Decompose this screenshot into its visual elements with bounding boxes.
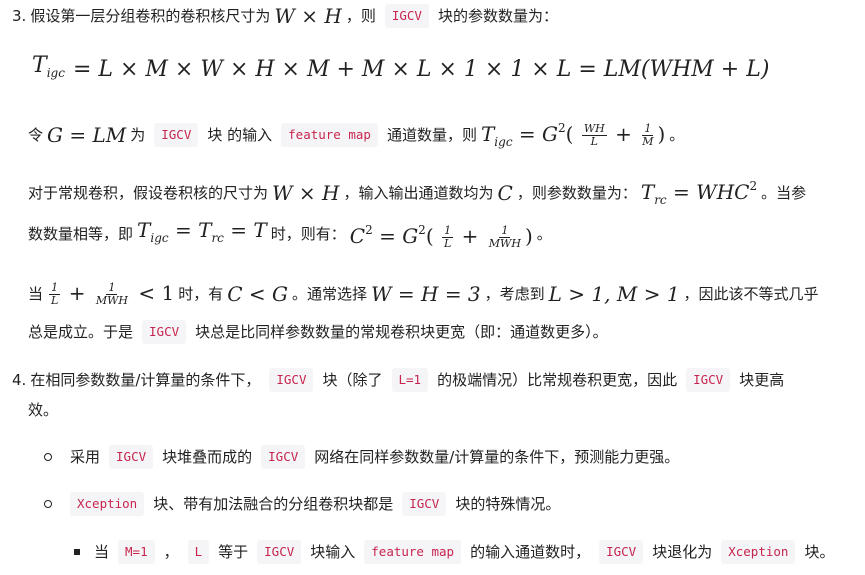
text: 块（除了	[322, 371, 383, 389]
bullet-item-1: 采用 IGCV 块堆叠而成的 IGCV 网络在同样参数数量/计算量的条件下，预测…	[44, 445, 679, 469]
text: 的输入通道数时，	[470, 543, 591, 561]
inline-code: IGCV	[257, 540, 302, 564]
bullet-circle-icon	[44, 500, 52, 508]
math-expr: L > 1, M > 1	[548, 282, 680, 306]
text: 的极端情况）比常规卷积更宽，因此	[437, 371, 678, 389]
text: 为	[130, 126, 146, 144]
text: 对于常规卷积，假设卷积核的尺寸为	[28, 184, 269, 202]
formula-tigc: Tigc = L × M × W × H × M + M × L × 1 × 1…	[28, 54, 773, 85]
math-expr: G = LM	[47, 123, 127, 147]
inline-code: IGCV	[261, 445, 306, 469]
text: 块、带有加法融合的分组卷积块都是	[153, 495, 394, 513]
text: 当	[94, 543, 110, 561]
sub-bullet-item: 当 M=1 ， L 等于 IGCV 块输入 feature map 的输入通道数…	[74, 540, 834, 564]
inline-code: L=1	[391, 368, 429, 392]
text: 当	[28, 285, 44, 303]
text: 块退化为	[652, 543, 713, 561]
item3-line1: 3. 假设第一层分组卷积的卷积核尺寸为 W × H ，则 IGCV 块的参数数量…	[12, 4, 558, 28]
bullet-item-2: Xception 块、带有加法融合的分组卷积块都是 IGCV 块的特殊情况。	[44, 492, 560, 516]
list-number: 3.	[12, 7, 27, 25]
math-expr: W × H	[274, 4, 342, 28]
item3-line5: 数数量相等，即 Tigc = Trc = T 时，则有： C2 = G2( 1L…	[28, 218, 552, 250]
item3-line4: 对于常规卷积，假设卷积核的尺寸为 W × H ，输入输出通道数均为 C ，则参数…	[28, 174, 806, 212]
text: 块总是比同样参数数量的常规卷积块更宽（即：通道数更多）。	[195, 323, 608, 341]
text: 效。	[28, 401, 59, 419]
text: 假设第一层分组卷积的卷积核尺寸为	[30, 7, 271, 25]
inline-code: L	[187, 540, 210, 564]
text: 令	[28, 126, 44, 144]
text: ，则参数数量为：	[516, 184, 637, 202]
item3-line3: 令 G = LM 为 IGCV 块 的输入 feature map 通道数量，则…	[28, 116, 684, 154]
item3-line6: 当 1L + 1 MWH < 1 时，有 C < G 。通常选择 W = H = …	[28, 281, 819, 307]
inline-code: IGCV	[154, 123, 199, 147]
text: ，	[163, 543, 179, 561]
inline-code: M=1	[118, 540, 155, 564]
math-expr: C	[497, 181, 513, 205]
math-expr: Trc = WHC2	[640, 179, 758, 207]
text: 。	[536, 225, 552, 243]
inline-code: feature map	[281, 123, 378, 147]
inline-code: IGCV	[686, 368, 731, 392]
math-expr: 1L + 1 MWH < 1	[49, 281, 175, 307]
inline-code: Xception	[721, 540, 796, 564]
bullet-square-icon	[74, 549, 80, 555]
text: 在相同参数数量/计算量的条件下，	[30, 371, 261, 389]
text: 通道数量，则	[386, 126, 477, 144]
math-expr: C2 = G2( 1L + 1 MWH)	[349, 223, 533, 250]
text: 块更高	[739, 371, 785, 389]
item4-line2: 效。	[28, 398, 58, 422]
text: 总是成立。于是	[28, 323, 134, 341]
math-expr: C < G	[227, 282, 288, 306]
text: ，输入输出通道数均为	[343, 184, 494, 202]
text: 数数量相等，即	[28, 225, 134, 243]
text: 块。	[804, 543, 835, 561]
inline-code: feature map	[364, 540, 462, 564]
inline-code: IGCV	[142, 320, 187, 344]
text: 。	[669, 126, 685, 144]
math-expr: Tigc = Trc = T	[137, 218, 267, 245]
list-number: 4.	[12, 371, 27, 389]
text: 块 的输入	[207, 126, 273, 144]
math-expr: = L × M × W × H × M + M × L × 1 × 1 × L …	[72, 56, 770, 82]
inline-code: Xception	[70, 492, 145, 516]
math-symbol: Tigc	[32, 53, 65, 81]
text: 块的特殊情况。	[455, 495, 561, 513]
math-expr: W × H	[272, 181, 340, 205]
text: 块的参数数量为：	[437, 7, 558, 25]
text: ，因此该不等式几乎	[683, 285, 819, 303]
inline-code: IGCV	[402, 492, 447, 516]
text: 块输入	[310, 543, 356, 561]
text: 。当参	[761, 184, 807, 202]
inline-code: IGCV	[109, 445, 154, 469]
inline-code: IGCV	[599, 540, 644, 564]
text: 。通常选择	[291, 285, 367, 303]
text: 采用	[70, 448, 101, 466]
text: 时，则有：	[270, 225, 346, 243]
math-expr: Tigc = G2( WH L + 1 M)	[480, 121, 666, 149]
text: ，则	[345, 7, 376, 25]
text: 网络在同样参数数量/计算量的条件下，预测能力更强。	[314, 448, 680, 466]
text: ，考虑到	[484, 285, 545, 303]
item3-line7: 总是成立。于是 IGCV 块总是比同样参数数量的常规卷积块更宽（即：通道数更多）…	[28, 320, 608, 344]
text: 时，有	[178, 285, 224, 303]
item4-line1: 4. 在相同参数数量/计算量的条件下， IGCV 块（除了 L=1 的极端情况）…	[12, 368, 784, 392]
text: 块堆叠而成的	[162, 448, 253, 466]
inline-code: IGCV	[269, 368, 314, 392]
bullet-circle-icon	[44, 453, 52, 461]
inline-code: IGCV	[384, 4, 429, 28]
math-expr: W = H = 3	[370, 282, 481, 306]
text: 等于	[218, 543, 249, 561]
